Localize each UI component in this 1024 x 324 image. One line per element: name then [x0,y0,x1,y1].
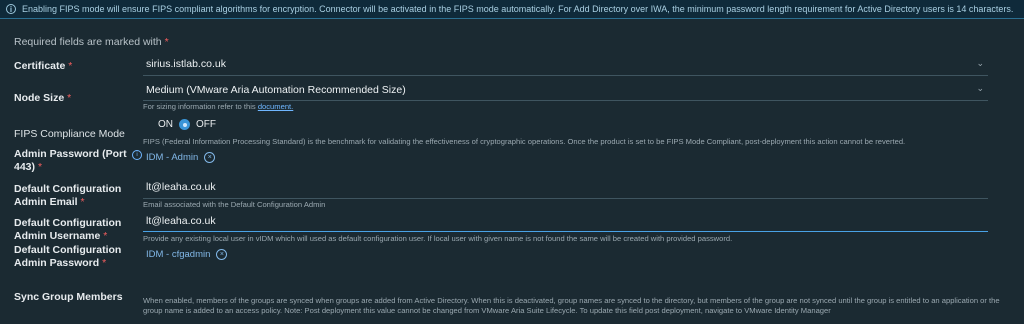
banner-text: Enabling FIPS mode will ensure FIPS comp… [22,4,1014,14]
admin-password-label: Admin Password (Port 443) * [14,148,127,173]
default-admin-email-label: Default Configuration Admin Email * [14,183,122,208]
fips-toggle[interactable]: ON OFF [158,119,216,130]
fips-info-banner: i Enabling FIPS mode will ensure FIPS co… [0,0,1024,19]
fips-label: FIPS Compliance Mode [14,128,125,140]
certificate-select[interactable]: sirius.istlab.co.uk ⌄ [143,55,988,76]
sync-group-members-label: Sync Group Members [14,291,123,303]
default-admin-username-help: Provide any existing local user in vIDM … [143,234,733,243]
info-icon[interactable]: i [132,150,142,160]
toggle-switch-icon[interactable] [179,119,190,130]
fips-help: FIPS (Federal Information Processing Sta… [143,137,906,146]
chevron-down-icon: ⌄ [976,58,984,68]
default-admin-password-chip[interactable]: IDM - cfgadmin × [146,249,228,260]
info-icon: i [6,4,16,14]
sync-group-members-help: When enabled, members of the groups are … [143,296,1000,315]
admin-password-chip[interactable]: IDM - Admin × [146,152,216,163]
default-admin-username-label: Default Configuration Admin Username * [14,217,122,242]
remove-icon[interactable]: × [204,152,216,163]
sizing-document-link[interactable]: document. [258,102,293,111]
default-admin-email-input[interactable]: lt@leaha.co.uk [143,180,988,199]
certificate-label: Certificate * [14,60,73,72]
default-admin-email-help: Email associated with the Default Config… [143,200,326,209]
required-fields-note: Required fields are marked with * [14,36,169,48]
chevron-down-icon: ⌄ [976,83,984,93]
default-admin-username-input[interactable]: lt@leaha.co.uk [143,213,988,232]
certificate-value: sirius.istlab.co.uk [146,58,226,70]
default-admin-password-label: Default Configuration Admin Password * [14,244,122,269]
fips-on-label: ON [158,119,173,130]
node-size-help: For sizing information refer to this doc… [143,102,294,111]
fips-off-label: OFF [196,119,216,130]
node-size-label: Node Size * [14,92,72,104]
node-size-select[interactable]: Medium (VMware Aria Automation Recommend… [143,80,988,101]
remove-icon[interactable]: × [216,249,228,260]
node-size-value: Medium (VMware Aria Automation Recommend… [146,84,406,96]
